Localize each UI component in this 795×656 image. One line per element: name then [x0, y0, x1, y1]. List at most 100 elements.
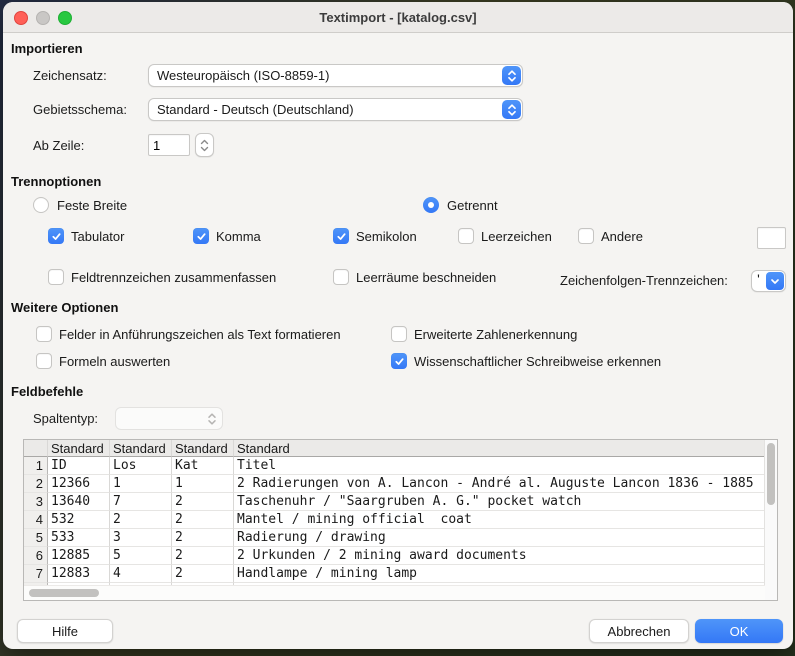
preview-table-scroll-area: StandardStandardStandardStandard 1IDLosK… [24, 440, 765, 600]
trim-spaces-checkbox[interactable]: Leerräume beschneiden [333, 269, 496, 285]
table-row[interactable]: 612885522 Urkunden / 2 mining award docu… [24, 547, 765, 565]
semicolon-label: Semikolon [356, 229, 417, 244]
charset-select[interactable]: Westeuropäisch (ISO-8859-1) [148, 64, 523, 87]
row-number: 1 [24, 457, 48, 475]
chevron-down-icon [200, 146, 209, 152]
quoted-as-text-checkbox[interactable]: Felder in Anführungszeichen als Text for… [36, 326, 341, 342]
checkbox-box [333, 228, 349, 244]
column-header[interactable]: Standard [48, 440, 110, 457]
string-delimiter-value: ' [752, 271, 765, 291]
section-importieren: Importieren [11, 41, 83, 56]
table-cell: 2 Urkunden / 2 mining award documents [234, 547, 765, 565]
from-row-input[interactable] [148, 134, 190, 156]
zoom-button[interactable] [58, 11, 72, 25]
evaluate-formulas-label: Formeln auswerten [59, 354, 170, 369]
minimize-button[interactable] [36, 11, 50, 25]
checkbox-box [578, 228, 594, 244]
other-checkbox[interactable]: Andere [578, 228, 643, 244]
vertical-scrollbar[interactable] [764, 440, 777, 600]
table-cell: Kat [172, 457, 234, 475]
comma-checkbox[interactable]: Komma [193, 228, 261, 244]
merge-delimiters-checkbox[interactable]: Feldtrennzeichen zusammenfassen [48, 269, 276, 285]
preview-table-header-row: StandardStandardStandardStandard [24, 440, 765, 457]
quoted-as-text-label: Felder in Anführungszeichen als Text for… [59, 327, 341, 342]
from-row-row: Ab Zeile: [33, 133, 84, 157]
merge-delimiters-label: Feldtrennzeichen zusammenfassen [71, 270, 276, 285]
checkbox-box [391, 353, 407, 369]
table-cell: 532 [48, 511, 110, 529]
special-numbers-checkbox[interactable]: Erweiterte Zahlenerkennung [391, 326, 577, 342]
charset-value: Westeuropäisch (ISO-8859-1) [157, 68, 501, 83]
checkbox-box [36, 353, 52, 369]
string-delimiter-combo[interactable]: ' [751, 270, 786, 292]
table-cell: Titel [234, 457, 765, 475]
table-cell: 12883 [48, 565, 110, 583]
scientific-notation-label: Wissenschaftlicher Schreibweise erkennen [414, 354, 661, 369]
fixed-width-label: Feste Breite [57, 198, 127, 213]
column-header[interactable]: Standard [172, 440, 234, 457]
title-bar[interactable]: Textimport - [katalog.csv] [3, 2, 793, 33]
table-cell: Handlampe / mining lamp [234, 565, 765, 583]
tab-checkbox[interactable]: Tabulator [48, 228, 124, 244]
column-header[interactable]: Standard [234, 440, 765, 457]
locale-select[interactable]: Standard - Deutsch (Deutschland) [148, 98, 523, 121]
fixed-width-radio[interactable]: Feste Breite [33, 197, 127, 213]
table-row[interactable]: 212366112 Radierungen von A. Lancon - An… [24, 475, 765, 493]
section-feldbefehle: Feldbefehle [11, 384, 83, 399]
ok-button[interactable]: OK [695, 619, 783, 643]
evaluate-formulas-checkbox[interactable]: Formeln auswerten [36, 353, 170, 369]
table-cell: 2 [172, 511, 234, 529]
row-number: 2 [24, 475, 48, 493]
table-cell: Los [110, 457, 172, 475]
close-button[interactable] [14, 11, 28, 25]
horizontal-scrollbar-thumb[interactable] [29, 589, 99, 597]
checkbox-box [193, 228, 209, 244]
chevron-up-down-icon [202, 409, 221, 428]
table-row[interactable]: 1IDLosKatTitel [24, 457, 765, 475]
chevron-down-icon [766, 272, 784, 290]
table-cell: 12366 [48, 475, 110, 493]
separated-label: Getrennt [447, 198, 498, 213]
from-row-stepper[interactable] [195, 133, 214, 157]
separated-radio[interactable]: Getrennt [423, 197, 498, 213]
help-button[interactable]: Hilfe [17, 619, 113, 643]
table-cell: 3 [110, 529, 172, 547]
textimport-dialog: Textimport - [katalog.csv] Importieren Z… [3, 2, 793, 649]
table-cell: 2 [172, 493, 234, 511]
string-delimiter-label: Zeichenfolgen-Trennzeichen: [560, 273, 728, 288]
table-cell: Mantel / mining official coat [234, 511, 765, 529]
row-number: 4 [24, 511, 48, 529]
preview-table[interactable]: StandardStandardStandardStandard 1IDLosK… [23, 439, 778, 601]
table-cell: 2 [172, 529, 234, 547]
space-checkbox[interactable]: Leerzeichen [458, 228, 552, 244]
string-delimiter-row: Zeichenfolgen-Trennzeichen: [560, 269, 728, 291]
table-row[interactable]: 553332Radierung / drawing [24, 529, 765, 547]
table-cell: ID [48, 457, 110, 475]
table-row[interactable]: 453222Mantel / mining official coat [24, 511, 765, 529]
column-type-select[interactable] [115, 407, 223, 430]
other-delimiter-input[interactable] [757, 227, 786, 249]
table-cell: 2 [110, 511, 172, 529]
row-number: 6 [24, 547, 48, 565]
tab-label: Tabulator [71, 229, 124, 244]
column-header[interactable] [24, 440, 48, 457]
table-cell: 5 [110, 547, 172, 565]
special-numbers-label: Erweiterte Zahlenerkennung [414, 327, 577, 342]
table-cell: 2 [172, 547, 234, 565]
table-cell: 1 [172, 475, 234, 493]
table-row[interactable]: 31364072Taschenuhr / "Saargruben A. G." … [24, 493, 765, 511]
table-cell: 2 [172, 565, 234, 583]
table-cell: 1 [110, 475, 172, 493]
space-label: Leerzeichen [481, 229, 552, 244]
table-row[interactable]: 71288342Handlampe / mining lamp [24, 565, 765, 583]
scientific-notation-checkbox[interactable]: Wissenschaftlicher Schreibweise erkennen [391, 353, 661, 369]
row-number: 3 [24, 493, 48, 511]
table-cell: 533 [48, 529, 110, 547]
charset-row: Zeichensatz: [33, 64, 107, 87]
semicolon-checkbox[interactable]: Semikolon [333, 228, 417, 244]
horizontal-scrollbar[interactable] [24, 585, 765, 600]
cancel-button[interactable]: Abbrechen [589, 619, 689, 643]
vertical-scrollbar-thumb[interactable] [767, 443, 775, 505]
column-header[interactable]: Standard [110, 440, 172, 457]
table-cell: 7 [110, 493, 172, 511]
